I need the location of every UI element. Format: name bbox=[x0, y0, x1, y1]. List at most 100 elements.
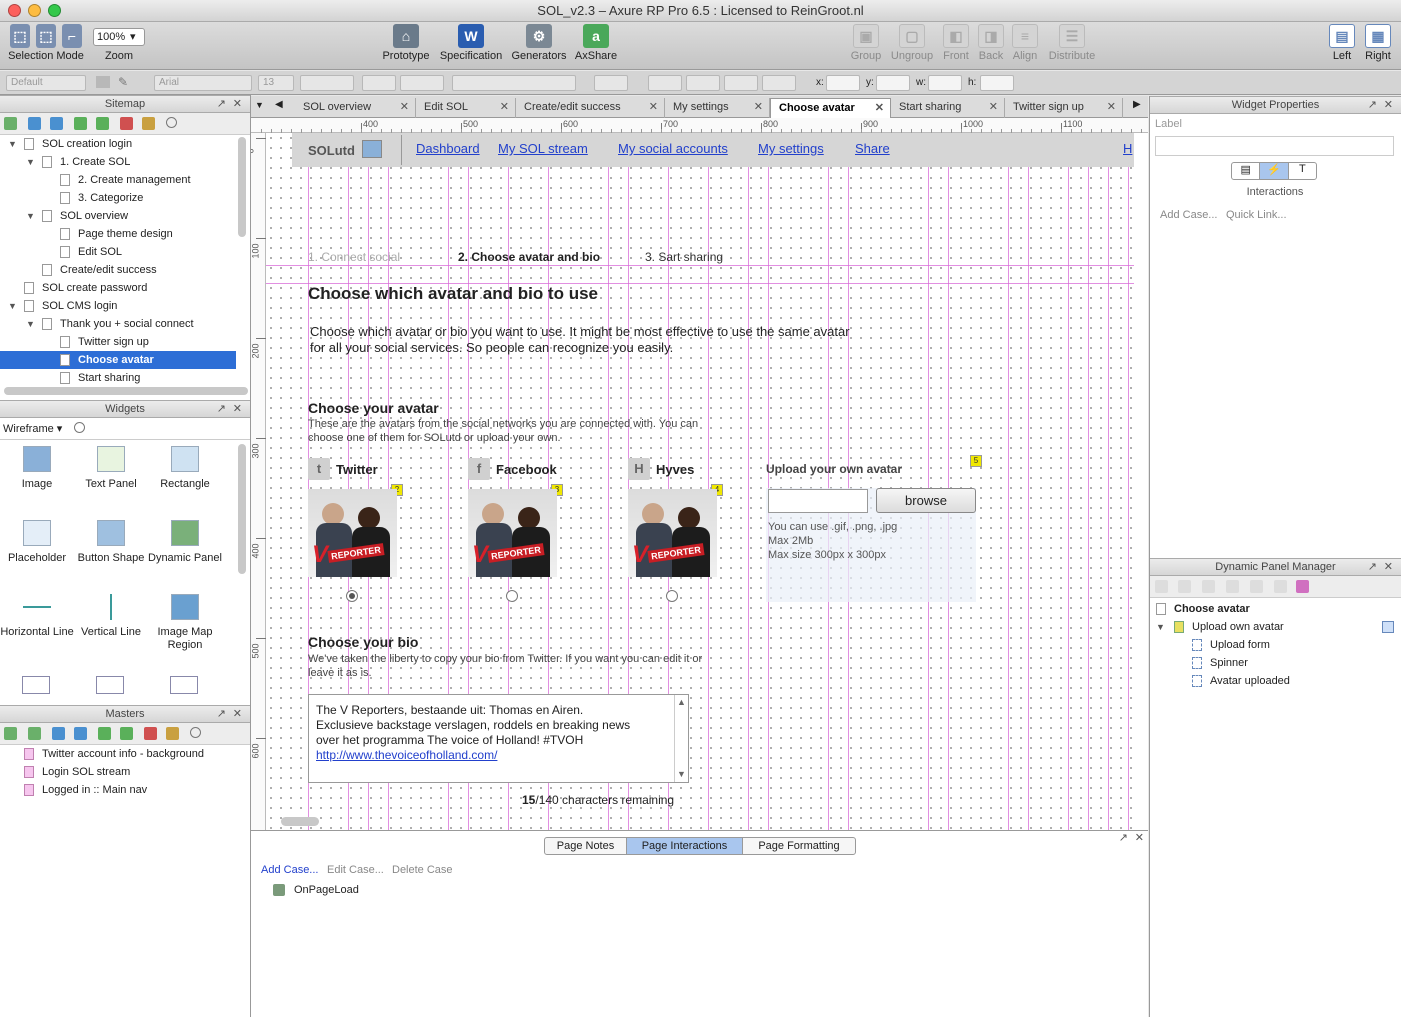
master-item[interactable]: Login SOL stream bbox=[0, 763, 236, 781]
bio-scrollbar[interactable]: ▲ ▼ bbox=[674, 695, 688, 782]
add-page-icon[interactable] bbox=[4, 117, 17, 130]
close-tab-icon[interactable]: ✕ bbox=[500, 98, 509, 116]
line-style-button[interactable] bbox=[724, 75, 758, 91]
popout-icon[interactable]: ↗ bbox=[217, 706, 226, 722]
outdent-icon[interactable] bbox=[96, 117, 109, 130]
tab-page-notes[interactable]: Page Notes bbox=[545, 838, 627, 854]
close-icon[interactable]: ✕ bbox=[1384, 97, 1393, 113]
disclosure-triangle-icon[interactable]: ▼ bbox=[26, 153, 35, 171]
tab-edit-sol[interactable]: Edit SOL ✕ bbox=[416, 98, 516, 118]
twitter-avatar-radio[interactable] bbox=[346, 590, 358, 602]
widget-item[interactable]: Placeholder bbox=[0, 520, 74, 565]
prototype-button[interactable]: ⌂ Prototype bbox=[380, 24, 432, 62]
move-down-icon[interactable] bbox=[1226, 580, 1239, 593]
generators-button[interactable]: ⚙ Generators bbox=[510, 24, 568, 62]
bio-link[interactable]: http://www.thevoiceofholland.com/ bbox=[316, 748, 497, 762]
library-select[interactable]: Wireframe ▾ bbox=[3, 422, 62, 435]
interactions-tab-icon[interactable]: ⚡ bbox=[1260, 163, 1289, 179]
add-case-link[interactable]: Add Case... bbox=[261, 864, 318, 876]
quick-link[interactable]: Quick Link... bbox=[1226, 209, 1287, 221]
indent-icon[interactable] bbox=[74, 117, 87, 130]
move-down-icon[interactable] bbox=[50, 117, 63, 130]
close-icon[interactable]: ✕ bbox=[1135, 831, 1144, 844]
sitemap-item[interactable]: Choose avatar bbox=[0, 351, 236, 369]
delete-master-icon[interactable] bbox=[144, 727, 157, 740]
bullet-button[interactable] bbox=[362, 75, 396, 91]
widget-item[interactable]: Dynamic Panel bbox=[148, 520, 222, 565]
move-up-icon[interactable] bbox=[28, 117, 41, 130]
page-props-icon[interactable] bbox=[142, 117, 155, 130]
formatting-tab-icon[interactable]: T bbox=[1289, 163, 1316, 179]
nav-sol-stream-link[interactable]: My SOL stream bbox=[498, 141, 588, 156]
popout-icon[interactable]: ↗ bbox=[1119, 831, 1128, 844]
widget-item[interactable]: Image Map Region bbox=[148, 594, 222, 652]
nav-settings-link[interactable]: My settings bbox=[758, 141, 824, 156]
sitemap-h-scrollbar[interactable] bbox=[4, 387, 248, 395]
zoom-window-button[interactable] bbox=[48, 4, 61, 17]
dynamic-panel-item[interactable]: Avatar uploaded bbox=[1150, 672, 1400, 690]
tab-start-sharing[interactable]: Start sharing ✕ bbox=[891, 98, 1005, 118]
popout-icon[interactable]: ↗ bbox=[217, 401, 226, 417]
delete-page-icon[interactable] bbox=[120, 117, 133, 130]
delete-state-icon[interactable] bbox=[1250, 580, 1263, 593]
widget-item[interactable]: Text Panel bbox=[74, 446, 148, 491]
move-up-icon[interactable] bbox=[1202, 580, 1215, 593]
font-select[interactable]: Arial bbox=[154, 75, 252, 91]
canvas-h-scrollbar[interactable] bbox=[281, 817, 319, 826]
sitemap-item[interactable]: Page theme design bbox=[0, 225, 236, 243]
bio-textarea[interactable]: The V Reporters, bestaande uit: Thomas e… bbox=[308, 694, 689, 783]
design-canvas[interactable]: 400 500 600 700 800 900 1000 1100 0 100 200 300 400… bbox=[251, 118, 1148, 830]
widget-item[interactable]: Button Shape bbox=[74, 520, 148, 565]
sitemap-item[interactable]: ▼ SOL overview bbox=[0, 207, 236, 225]
dynamic-panel-item[interactable]: Choose avatar bbox=[1150, 600, 1400, 618]
close-tab-icon[interactable]: ✕ bbox=[989, 98, 998, 116]
font-size-select[interactable]: 13 bbox=[258, 75, 294, 91]
text-align-buttons[interactable] bbox=[452, 75, 576, 91]
close-icon[interactable]: ✕ bbox=[233, 401, 242, 417]
dynamic-panel-item[interactable]: Upload form bbox=[1150, 636, 1400, 654]
tab-my-settings[interactable]: My settings ✕ bbox=[665, 98, 770, 118]
tab-choose-avatar[interactable]: Choose avatar ✕ bbox=[770, 98, 891, 118]
widgets-scrollbar[interactable] bbox=[238, 444, 246, 574]
hyves-avatar-image[interactable]: V REPORTER bbox=[628, 489, 717, 577]
ungroup-button[interactable]: ▢ Ungroup bbox=[888, 24, 936, 62]
h-input[interactable] bbox=[980, 75, 1014, 91]
move-up-icon[interactable] bbox=[52, 727, 65, 740]
y-input[interactable] bbox=[876, 75, 910, 91]
upload-file-input[interactable] bbox=[768, 489, 868, 513]
axshare-button[interactable]: a AxShare bbox=[572, 24, 620, 62]
arrow-style-button[interactable] bbox=[762, 75, 796, 91]
minimize-window-button[interactable] bbox=[28, 4, 41, 17]
close-icon[interactable]: ✕ bbox=[233, 706, 242, 722]
disclosure-triangle-icon[interactable]: ▼ bbox=[1156, 618, 1165, 636]
widget-item[interactable]: Horizontal Line bbox=[0, 594, 74, 639]
add-state-icon[interactable] bbox=[1155, 580, 1168, 593]
search-icon[interactable] bbox=[166, 117, 177, 128]
onpageload-event[interactable]: OnPageLoad bbox=[294, 884, 359, 896]
tab-page-interactions[interactable]: Page Interactions bbox=[627, 838, 743, 854]
disclosure-triangle-icon[interactable]: ▼ bbox=[26, 315, 35, 333]
sitemap-item[interactable]: ▼ 1. Create SOL bbox=[0, 153, 236, 171]
disclosure-triangle-icon[interactable]: ▼ bbox=[26, 207, 35, 225]
zoom-select[interactable]: 100% ▾ bbox=[93, 28, 145, 46]
distribute-button[interactable]: ☰ Distribute bbox=[1044, 24, 1100, 62]
group-button[interactable]: ▣ Group bbox=[846, 24, 886, 62]
facebook-avatar-image[interactable]: V REPORTER bbox=[468, 489, 557, 577]
dynamic-panel-item[interactable]: Spinner bbox=[1150, 654, 1400, 672]
search-icon[interactable] bbox=[74, 422, 85, 433]
duplicate-state-icon[interactable] bbox=[1178, 580, 1191, 593]
style-list-icon[interactable] bbox=[96, 76, 110, 88]
sitemap-item[interactable]: ▼ Thank you + social connect bbox=[0, 315, 236, 333]
hyves-avatar-radio[interactable] bbox=[666, 590, 678, 602]
visibility-toggle-icon[interactable] bbox=[1382, 621, 1394, 633]
annotations-tab-icon[interactable]: ▤ bbox=[1232, 163, 1261, 179]
left-pane-button[interactable]: ▤ Left bbox=[1326, 24, 1358, 62]
sitemap-item[interactable]: ▼ SOL creation login bbox=[0, 135, 236, 153]
tab-scroll-left-icon[interactable]: ◀ bbox=[275, 99, 283, 110]
tab-create-edit-success[interactable]: Create/edit success ✕ bbox=[516, 98, 665, 118]
sitemap-item[interactable]: Start sharing bbox=[0, 369, 236, 387]
label-input[interactable] bbox=[1155, 136, 1394, 156]
outdent-icon[interactable] bbox=[120, 727, 133, 740]
facebook-avatar-radio[interactable] bbox=[506, 590, 518, 602]
tab-sol-overview[interactable]: SOL overview ✕ bbox=[295, 98, 416, 118]
